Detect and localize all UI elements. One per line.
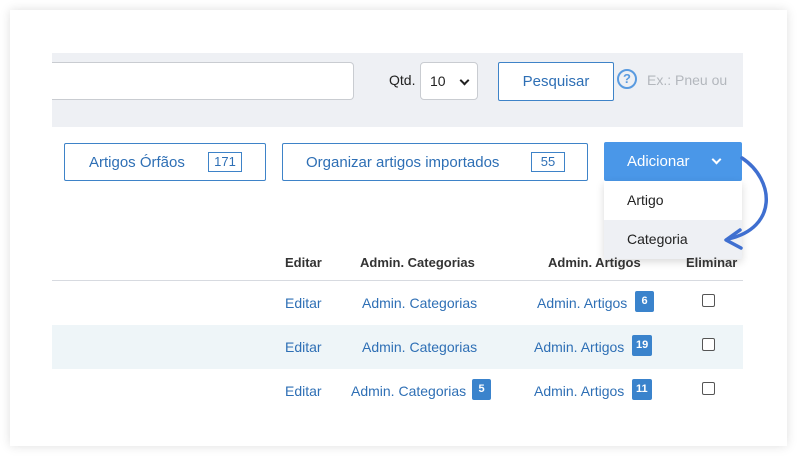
search-panel: Qtd. 10 Pesquisar ? Ex.: Pneu ou	[52, 53, 743, 127]
orphan-articles-count: 171	[208, 152, 242, 172]
add-dropdown-button[interactable]: Adicionar	[604, 142, 742, 181]
articles-count-badge: 11	[632, 379, 652, 400]
qtd-label: Qtd.	[389, 72, 416, 88]
search-button[interactable]: Pesquisar	[498, 62, 614, 101]
chevron-down-icon	[711, 154, 722, 165]
help-icon[interactable]: ?	[617, 69, 637, 89]
articles-count-badge: 6	[635, 291, 654, 312]
admin-articles-link[interactable]: Admin. Artigos	[537, 295, 627, 311]
categories-count-badge: 5	[472, 379, 491, 400]
search-hint: Ex.: Pneu ou	[647, 72, 728, 88]
orphan-articles-label: Artigos Órfãos	[89, 153, 185, 171]
admin-categories-link[interactable]: Admin. Categorias	[362, 339, 477, 355]
organize-imported-label: Organizar artigos importados	[306, 153, 500, 171]
table-header: Editar Admin. Categorias Admin. Artigos …	[52, 246, 743, 281]
delete-checkbox[interactable]	[702, 294, 715, 307]
edit-link[interactable]: Editar	[285, 383, 322, 399]
header-admin-categories: Admin. Categorias	[360, 255, 475, 270]
articles-count-badge: 19	[632, 335, 653, 356]
table-row: Editar Admin. Categorias 5 Admin. Artigo…	[52, 369, 743, 413]
orphan-articles-button[interactable]: Artigos Órfãos 171	[64, 143, 266, 181]
header-delete: Eliminar	[686, 255, 738, 270]
admin-articles-link[interactable]: Admin. Artigos	[534, 383, 624, 399]
table-row: Editar Admin. Categorias Admin. Artigos …	[52, 281, 743, 325]
admin-articles-link[interactable]: Admin. Artigos	[534, 339, 624, 355]
search-input[interactable]	[52, 62, 354, 100]
header-edit: Editar	[285, 255, 322, 270]
page-card: Qtd. 10 Pesquisar ? Ex.: Pneu ou Artigos…	[10, 10, 787, 446]
admin-categories-link[interactable]: Admin. Categorias	[362, 295, 477, 311]
admin-categories-link[interactable]: Admin. Categorias	[351, 383, 466, 399]
delete-checkbox[interactable]	[702, 382, 715, 395]
header-admin-articles: Admin. Artigos	[548, 255, 641, 270]
menu-item-article[interactable]: Artigo	[604, 181, 742, 220]
qtd-value: 10	[430, 73, 446, 89]
qtd-select[interactable]: 10	[420, 62, 478, 100]
add-label: Adicionar	[627, 153, 690, 170]
delete-checkbox[interactable]	[702, 338, 715, 351]
organize-imported-count: 55	[531, 152, 565, 172]
edit-link[interactable]: Editar	[285, 339, 322, 355]
organize-imported-button[interactable]: Organizar artigos importados 55	[282, 143, 588, 181]
items-table: Editar Admin. Categorias Admin. Artigos …	[52, 246, 743, 413]
edit-link[interactable]: Editar	[285, 295, 322, 311]
table-row: Editar Admin. Categorias Admin. Artigos …	[52, 325, 743, 369]
chevron-down-icon	[459, 75, 470, 86]
